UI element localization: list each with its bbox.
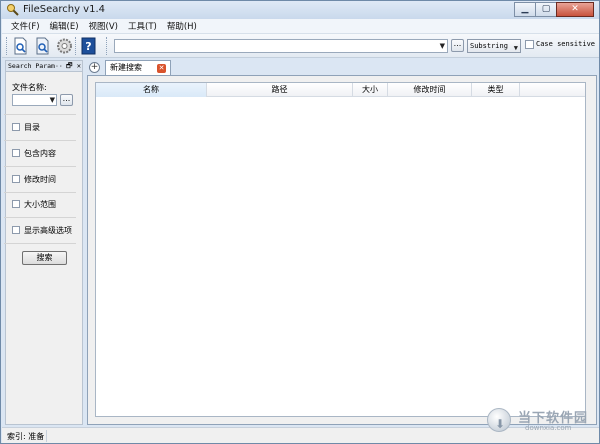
option-advanced-checkbox[interactable] [12,226,20,234]
search-button[interactable]: 搜索 [22,251,67,265]
option-size-label[interactable]: 大小范围 [24,199,56,210]
match-mode-value: Substring [470,42,508,50]
menu-bar: 文件(F) 编辑(E) 视图(V) 工具(T) 帮助(H) [2,19,599,34]
panel-divider [4,217,76,218]
new-search-icon[interactable] [12,37,29,55]
option-size-checkbox[interactable] [12,200,20,208]
option-contains-checkbox[interactable] [12,149,20,157]
panel-header[interactable]: Search Param··· 🗗 ✕ [6,61,82,72]
svg-text:?: ? [85,40,91,53]
watermark-url: downxia.com [525,424,572,432]
find-icon[interactable] [34,37,51,55]
toolbar-grip[interactable] [75,37,78,55]
maximize-button[interactable]: ▢ [535,2,557,17]
menu-tools[interactable]: 工具(T) [123,20,162,32]
results-table[interactable]: 名称 路径 大小 修改时间 类型 [95,82,586,417]
menu-help[interactable]: 帮助(H) [162,20,202,32]
case-sensitive-checkbox[interactable] [525,40,534,49]
window-controls: ▁ ▢ ✕ [514,2,594,17]
menu-edit[interactable]: 编辑(E) [45,20,84,32]
panel-title: Search Param··· [8,62,67,70]
window-title: FileSearchy v1.4 [23,4,106,15]
panel-divider [4,114,76,115]
tab-new-search[interactable]: 新建搜索 ✕ [105,60,171,76]
menu-view[interactable]: 视图(V) [84,20,123,32]
option-directory-checkbox[interactable] [12,123,20,131]
minimize-button[interactable]: ▁ [514,2,536,17]
add-tab-button[interactable]: + [89,62,100,73]
tab-strip: + 新建搜索 ✕ [87,59,597,76]
panel-divider [4,140,76,141]
search-query-combo[interactable]: ▼ [114,39,448,53]
column-type[interactable]: 类型 [472,83,520,97]
panel-divider [4,166,76,167]
column-name[interactable]: 名称 [96,83,207,97]
chevron-down-icon[interactable]: ▼ [514,42,518,54]
status-text: 索引: 准备 [7,432,45,441]
help-icon[interactable]: ? [80,37,97,55]
panel-divider [4,192,76,193]
filename-label: 文件名称: [12,83,47,92]
case-sensitive-label[interactable]: Case sensitive [536,40,595,48]
column-path[interactable]: 路径 [207,83,353,97]
browse-button[interactable]: ... [451,39,464,52]
tab-label: 新建搜索 [110,63,142,72]
close-button[interactable]: ✕ [556,2,594,17]
chevron-down-icon[interactable]: ▼ [50,96,55,104]
filename-combo[interactable]: ▼ [12,94,57,106]
chevron-down-icon[interactable]: ▼ [440,42,445,50]
option-contains-label[interactable]: 包含内容 [24,148,56,159]
toolbar-grip[interactable] [6,37,9,55]
filename-browse-button[interactable]: ... [60,94,73,106]
panel-header-buttons[interactable]: 🗗 ✕ [63,61,81,71]
status-divider [46,430,47,442]
close-icon[interactable]: ✕ [157,64,166,73]
column-size[interactable]: 大小 [353,83,388,97]
option-directory-label[interactable]: 目录 [24,122,40,133]
option-modified-checkbox[interactable] [12,175,20,183]
toolbar: ? ▼ ... Substring ▼ Case sensitive [2,34,599,58]
menu-file[interactable]: 文件(F) [6,20,45,32]
app-logo-icon [7,4,19,16]
panel-divider [4,243,76,244]
download-icon: ⬇ [487,408,511,432]
match-mode-select[interactable]: Substring ▼ [467,39,521,53]
settings-icon[interactable] [56,37,73,55]
watermark: ⬇ 当下软件园 downxia.com [487,404,599,436]
option-advanced-label[interactable]: 显示高级选项 [24,225,72,236]
column-modified[interactable]: 修改时间 [388,83,472,97]
app-window: FileSearchy v1.4 ▁ ▢ ✕ 文件(F) 编辑(E) 视图(V)… [0,0,600,444]
option-modified-label[interactable]: 修改时间 [24,174,56,185]
table-header: 名称 路径 大小 修改时间 类型 [96,83,585,97]
results-pane: 名称 路径 大小 修改时间 类型 [87,75,597,425]
title-bar[interactable]: FileSearchy v1.4 ▁ ▢ ✕ [1,1,599,19]
toolbar-grip[interactable] [106,37,109,55]
